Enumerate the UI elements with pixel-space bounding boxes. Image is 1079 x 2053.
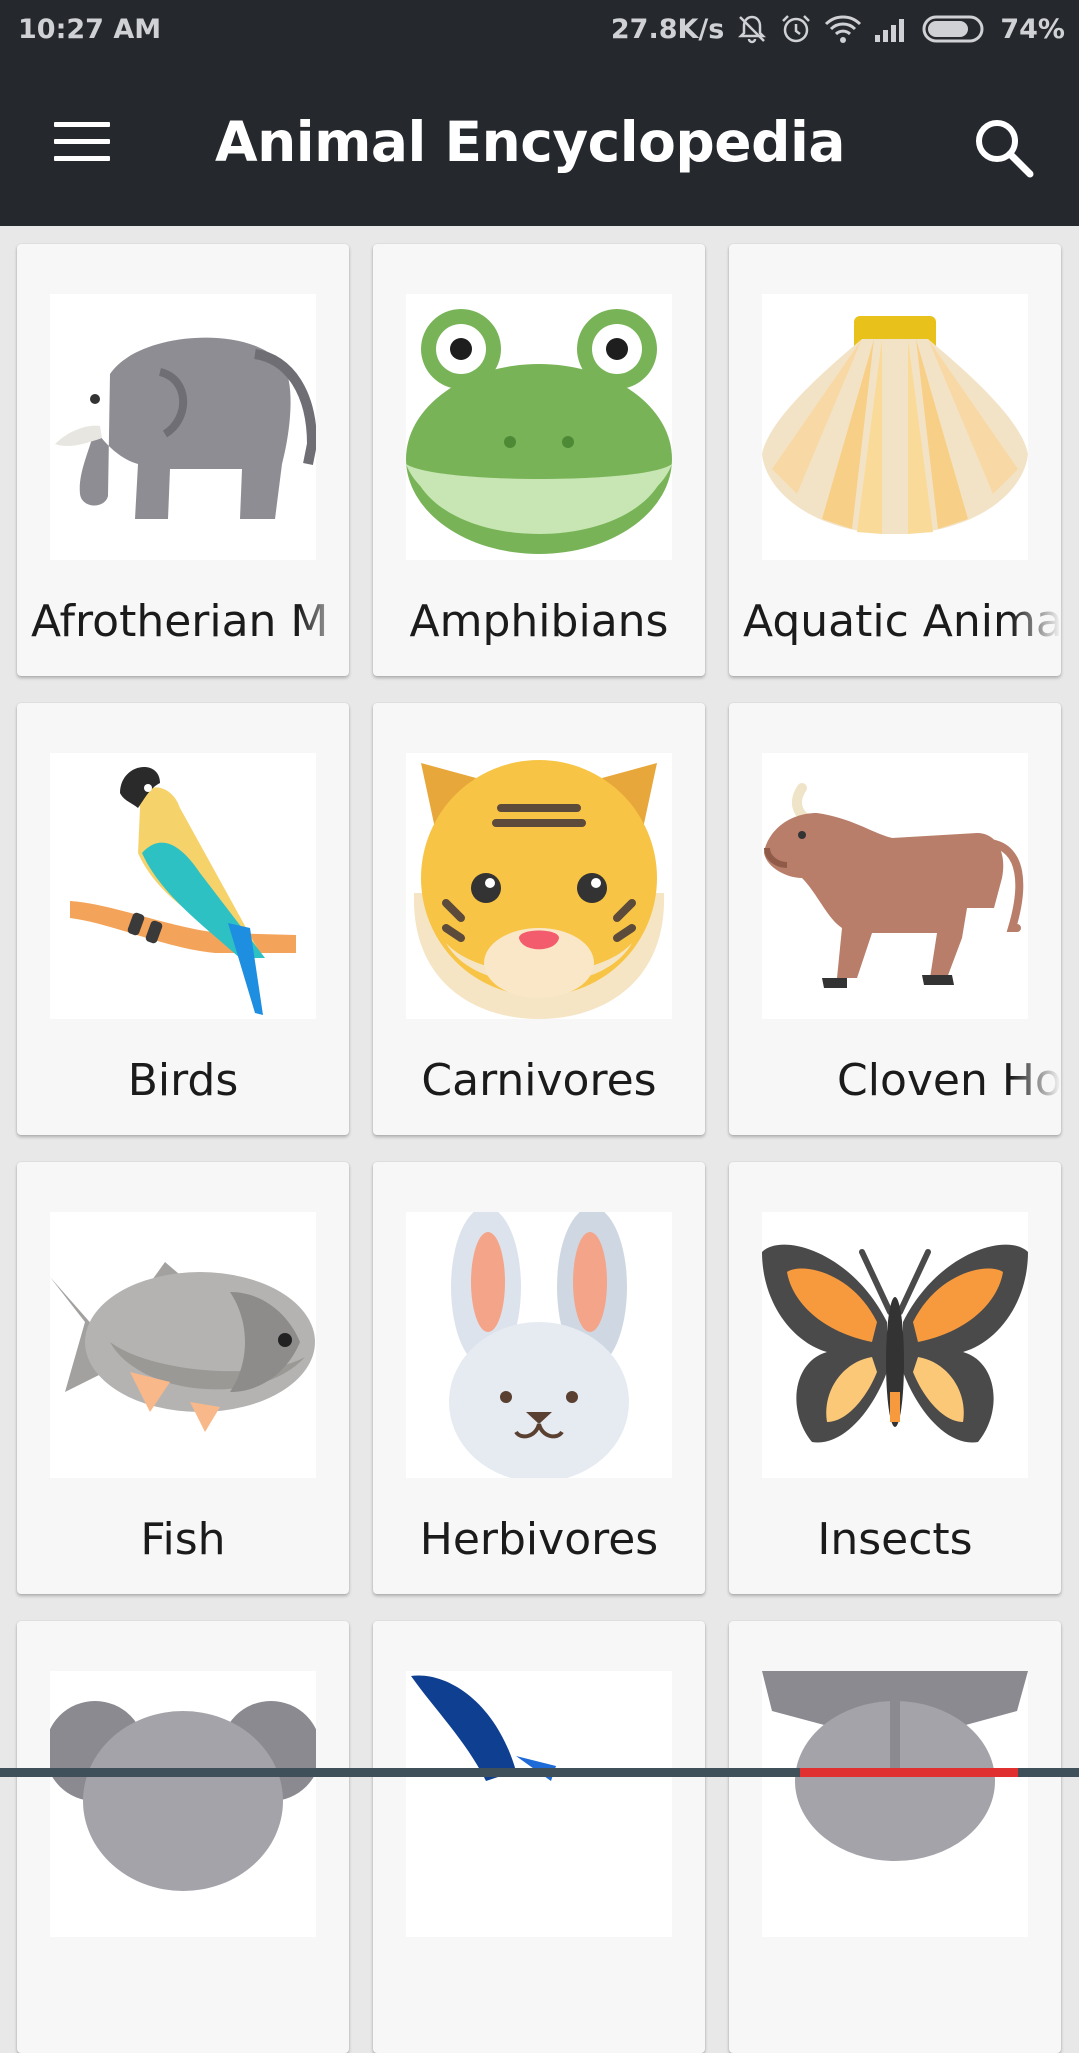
elephant-icon [50,294,316,560]
status-time: 10:27 AM [18,13,162,45]
category-card-carnivores[interactable]: Carnivores [373,703,705,1135]
category-card-insects[interactable]: Insects [729,1162,1061,1594]
search-icon[interactable] [972,116,1036,180]
category-card-cloven-hoofed[interactable]: Cloven Ho [729,703,1061,1135]
category-card-birds[interactable]: Birds [17,703,349,1135]
signal-icon [874,15,910,43]
network-speed: 27.8K/s [610,13,725,45]
category-card-rhino[interactable] [729,1621,1061,2053]
category-label: Insects [817,1514,973,1565]
category-label: Afrotherian M [31,596,329,647]
status-bar: 10:27 AM 27.8K/s 74% [0,0,1079,58]
category-label: Carnivores [421,1055,657,1106]
category-grid: Afrotherian M Amphibians Aquatic Anima B… [17,244,1062,2053]
koala-icon [50,1671,316,1937]
battery-icon [922,14,988,44]
category-card-amphibians[interactable]: Amphibians [373,244,705,676]
mute-icon [736,13,768,45]
category-label: Herbivores [419,1514,659,1565]
fish-icon [50,1212,316,1478]
hamburger-menu-icon[interactable] [48,118,114,166]
bottom-nav-strip [0,1768,1079,1777]
category-card-bat[interactable] [373,1621,705,2053]
butterfly-icon [762,1212,1028,1478]
category-card-koala[interactable] [17,1621,349,2053]
app-bar: Animal Encyclopedia [0,58,1079,226]
shell-icon [762,294,1028,560]
category-label: Birds [127,1055,239,1106]
parrot-icon [50,753,316,1019]
page-title: Animal Encyclopedia [215,110,845,174]
category-label: Aquatic Anima [743,596,1061,647]
category-card-fish[interactable]: Fish [17,1162,349,1594]
category-label: Fish [140,1514,226,1565]
bottom-accent [800,1768,1018,1777]
alarm-icon [780,13,812,45]
category-card-herbivores[interactable]: Herbivores [373,1162,705,1594]
category-label: Amphibians [409,596,669,647]
tiger-icon [406,753,672,1019]
battery-percent: 74% [1000,13,1065,45]
bull-icon [762,753,1028,1019]
rabbit-icon [406,1212,672,1478]
wifi-icon [824,14,862,44]
rhino-icon [762,1671,1028,1937]
category-label: Cloven Ho [837,1055,1061,1106]
frog-icon [406,294,672,560]
bat-icon [406,1671,672,1937]
category-card-afrotherian[interactable]: Afrotherian M [17,244,349,676]
category-card-aquatic[interactable]: Aquatic Anima [729,244,1061,676]
